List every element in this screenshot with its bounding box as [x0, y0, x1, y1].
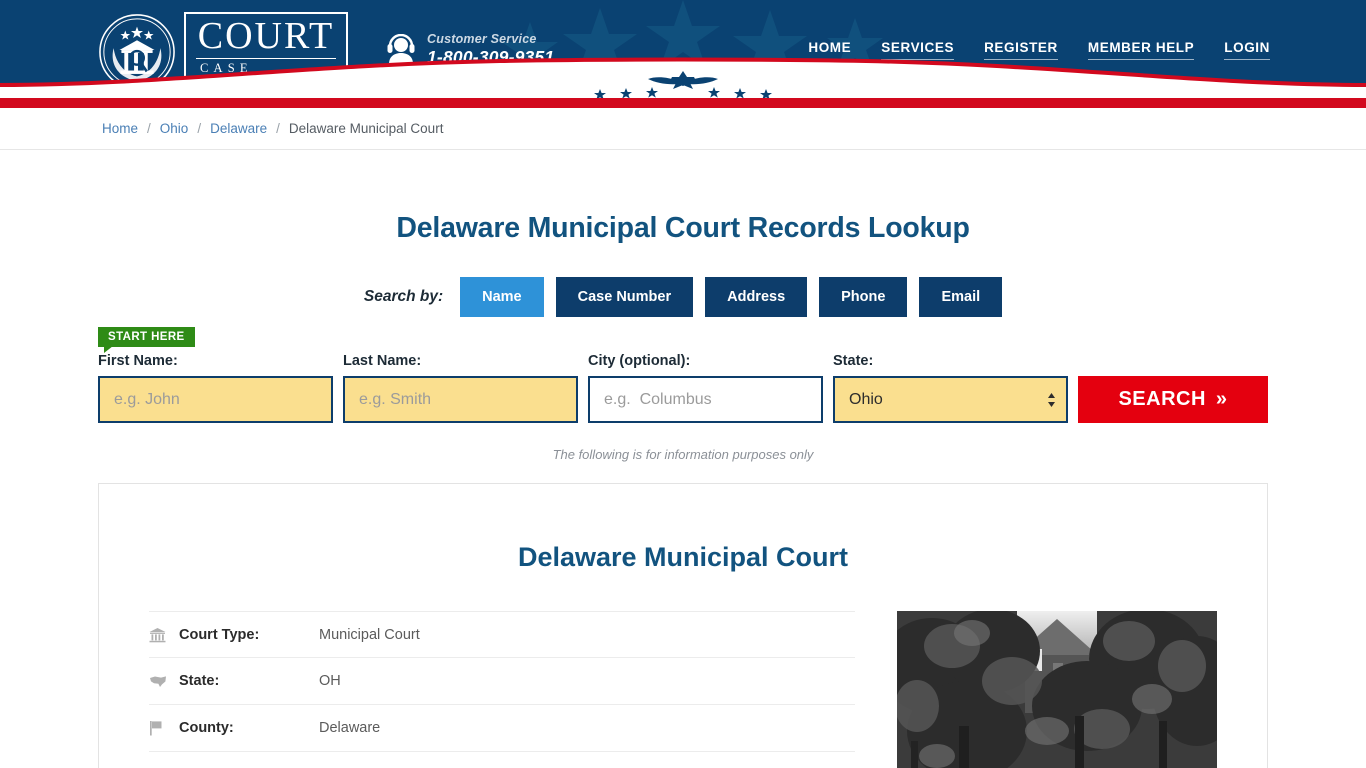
court-seal-icon	[99, 14, 175, 90]
customer-service-phone[interactable]: 1-800-309-9351	[427, 48, 554, 67]
logo-divider	[196, 57, 336, 59]
nav-item-login[interactable]: LOGIN	[1224, 40, 1270, 60]
customer-service-block: Customer Service 1-800-309-9351	[386, 32, 554, 67]
nav-item-services[interactable]: SERVICES	[881, 40, 955, 60]
breadcrumb-item-current: Delaware Municipal Court	[288, 121, 444, 136]
tab-case-number[interactable]: Case Number	[555, 277, 694, 317]
search-by-tabs: Search by: Name Case Number Address Phon…	[0, 277, 1366, 317]
breadcrumb-separator: /	[197, 121, 202, 136]
double-chevron-right-icon: »	[1215, 388, 1228, 410]
logo-text-box: COURT CASE FINDER	[184, 11, 348, 93]
map-usa-icon	[149, 675, 179, 688]
tab-address[interactable]: Address	[705, 277, 808, 317]
city-input[interactable]	[588, 376, 823, 423]
table-row: State: OH	[149, 658, 855, 705]
breadcrumb-separator: /	[147, 121, 151, 136]
tab-email[interactable]: Email	[919, 277, 1003, 317]
state-label: State:	[833, 353, 874, 369]
table-row: Court Type: Municipal Court	[149, 611, 855, 658]
breadcrumb-item-ohio[interactable]: Ohio	[160, 121, 189, 136]
nav-item-member-help[interactable]: MEMBER HELP	[1087, 40, 1195, 60]
courthouse-photo	[897, 611, 1217, 768]
breadcrumb: Home / Ohio / Delaware / Delaware Munici…	[102, 121, 443, 136]
tab-phone[interactable]: Phone	[819, 277, 908, 317]
main-navigation: HOME SERVICES REGISTER MEMBER HELP LOGIN	[808, 40, 1270, 60]
main-content: Delaware Municipal Court Records Lookup …	[0, 212, 1366, 768]
search-form: START HERE First Name: Last Name: City (…	[98, 327, 1268, 423]
detail-label-court-type: Court Type:	[179, 626, 260, 643]
first-name-label: First Name:	[98, 353, 178, 369]
table-row: County: Delaware	[149, 705, 855, 752]
last-name-field-group: Last Name:	[343, 353, 578, 423]
first-name-input[interactable]	[98, 376, 333, 423]
state-select[interactable]: Ohio	[833, 376, 1068, 423]
first-name-field-group: First Name:	[98, 353, 333, 423]
search-button-label: SEARCH	[1118, 388, 1206, 410]
disclaimer-text: The following is for information purpose…	[552, 447, 814, 462]
bank-icon	[149, 627, 179, 643]
search-by-label: Search by:	[363, 288, 444, 305]
breadcrumb-item-delaware[interactable]: Delaware	[210, 121, 267, 136]
city-field-group: City (optional):	[588, 353, 823, 423]
state-field-group: State: Ohio	[833, 353, 1068, 423]
last-name-input[interactable]	[343, 376, 578, 423]
detail-value-court-type: Municipal Court	[319, 626, 420, 643]
courthouse-photo-image	[897, 611, 1217, 768]
logo-secondary-text: CASE FINDER	[200, 60, 277, 87]
detail-label-county: County:	[179, 720, 234, 736]
flag-icon	[149, 720, 179, 736]
last-name-label: Last Name:	[343, 353, 422, 369]
customer-service-label: Customer Service	[427, 32, 537, 46]
detail-label-state: State:	[179, 673, 220, 689]
page-title: Delaware Municipal Court Records Lookup	[396, 212, 970, 244]
start-here-badge: START HERE	[98, 327, 195, 353]
breadcrumb-bar: Home / Ohio / Delaware / Delaware Munici…	[0, 108, 1366, 150]
breadcrumb-separator: /	[276, 121, 280, 136]
breadcrumb-item-home[interactable]: Home	[102, 121, 138, 136]
city-label: City (optional):	[588, 353, 691, 369]
search-button[interactable]: SEARCH »	[1078, 376, 1268, 423]
detail-value-county: Delaware	[319, 720, 381, 736]
site-logo[interactable]: COURT CASE FINDER	[98, 11, 348, 93]
nav-item-register[interactable]: REGISTER	[984, 40, 1058, 60]
tab-name[interactable]: Name	[460, 277, 544, 317]
nav-item-home[interactable]: HOME	[808, 40, 852, 60]
site-header: COURT CASE FINDER Customer Service 1-800…	[0, 0, 1366, 98]
logo-primary-text: COURT	[197, 14, 335, 57]
court-info-card: Delaware Municipal Court Court Type: Mun…	[98, 483, 1268, 768]
court-details-table: Court Type: Municipal Court State: OH Co…	[149, 611, 855, 768]
headset-support-icon	[387, 33, 415, 64]
header-red-stripe	[0, 98, 1366, 108]
court-name-title: Delaware Municipal Court	[517, 542, 849, 572]
detail-value-state: OH	[319, 673, 341, 689]
